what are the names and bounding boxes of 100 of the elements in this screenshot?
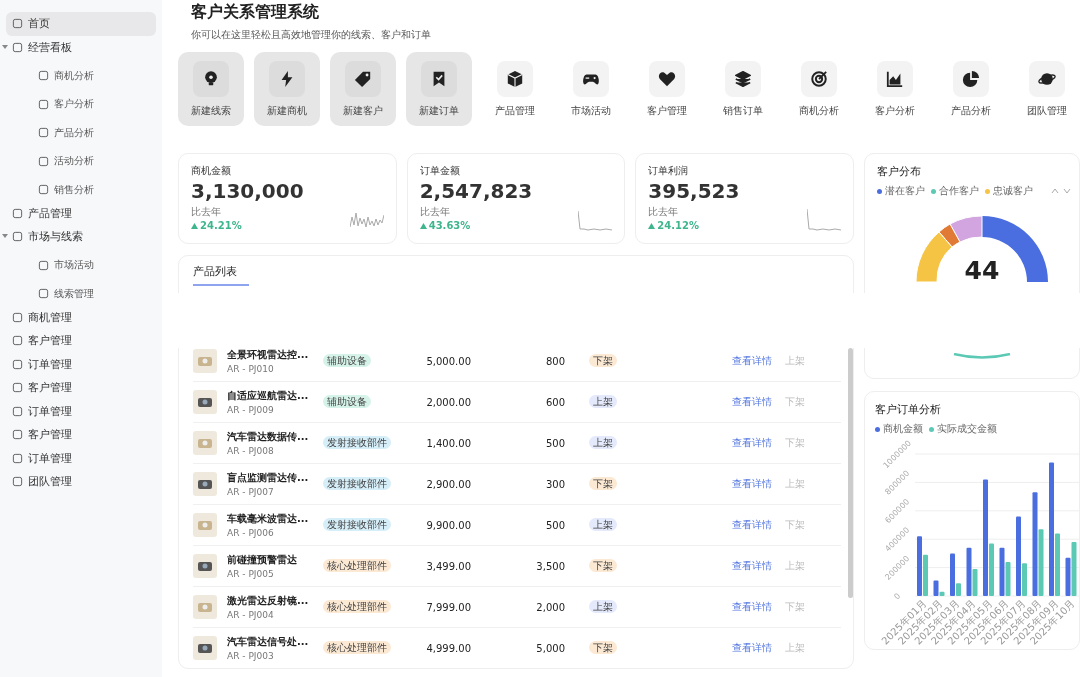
menu-item-icon: [38, 259, 49, 271]
menu-item-icon: [38, 127, 49, 139]
menu-item-icon: [12, 476, 23, 488]
layers-icon: [734, 69, 752, 88]
bar[interactable]: [939, 591, 945, 596]
scrollbar[interactable]: [848, 348, 853, 598]
details-link[interactable]: 查看详情: [732, 436, 785, 450]
bar[interactable]: [999, 547, 1005, 596]
quick-action-button[interactable]: 新建订单: [406, 52, 472, 126]
bar[interactable]: [1065, 557, 1071, 596]
product-code: AR - PJ009: [227, 405, 275, 415]
bar[interactable]: [956, 583, 961, 596]
sidebar-subitem[interactable]: 客户分析: [13, 92, 162, 116]
menu-item-icon: [12, 405, 23, 417]
stat-label: 订单利润: [648, 164, 690, 178]
details-link[interactable]: 查看详情: [732, 600, 785, 614]
legend-label[interactable]: 忠诚客户: [993, 184, 1033, 198]
quick-link[interactable]: 客户分析: [862, 52, 928, 126]
chevron-up-down-icon[interactable]: [1051, 187, 1071, 195]
quick-link[interactable]: 客户管理: [634, 52, 700, 126]
quick-link[interactable]: 商机分析: [786, 52, 852, 126]
change-percent: 24.12%: [657, 220, 699, 231]
category-tag: 发射接收部件: [323, 436, 391, 449]
details-link[interactable]: 查看详情: [732, 559, 785, 573]
change-percent: 24.21%: [200, 220, 242, 231]
status-tag: 上架: [589, 395, 617, 408]
target-icon: [810, 69, 828, 88]
quick-link[interactable]: 市场活动: [558, 52, 624, 126]
bar[interactable]: [917, 536, 922, 596]
stock-cell-text: 800: [544, 355, 565, 367]
menu-item-icon: [12, 18, 23, 30]
status-tag: 下架: [589, 641, 617, 654]
quick-link[interactable]: 产品管理: [482, 52, 548, 126]
category-tag: 核心处理部件: [323, 641, 391, 654]
details-link[interactable]: 查看详情: [732, 354, 785, 368]
product-code: AR - PJ004: [227, 610, 275, 620]
sidebar-item[interactable]: 订单管理: [6, 352, 156, 376]
sidebar-subitem[interactable]: 线索管理: [13, 282, 162, 306]
status-tag: 上架: [589, 436, 617, 449]
heart-icon: [658, 69, 676, 88]
sidebar-item[interactable]: 订单管理: [6, 446, 156, 470]
sidebar-item[interactable]: 产品管理: [6, 201, 156, 225]
bar[interactable]: [1032, 492, 1038, 596]
lightbulb-icon: [202, 69, 220, 88]
legend-label[interactable]: 实际成交金额: [937, 422, 997, 436]
cube-icon: [506, 69, 524, 88]
sidebar-item[interactable]: 商机管理: [6, 305, 156, 329]
sidebar-item[interactable]: 团队管理: [6, 470, 156, 494]
stock-cell-text: 5,000: [535, 642, 565, 654]
bar[interactable]: [1038, 529, 1044, 596]
sidebar-subitem[interactable]: 产品分析: [13, 121, 162, 145]
product-code: AR - PJ005: [227, 569, 275, 579]
legend-label[interactable]: 合作客户: [939, 184, 979, 198]
menu-item-icon: [12, 231, 23, 243]
sidebar-item[interactable]: 市场与线索: [6, 225, 156, 249]
legend-label[interactable]: 商机金额: [883, 422, 923, 436]
bar[interactable]: [923, 554, 928, 596]
sparkline: [807, 209, 841, 231]
sidebar-subitem[interactable]: 商机分析: [13, 64, 162, 88]
stat-value: 2,547,823: [419, 179, 534, 203]
quick-link[interactable]: 销售订单: [710, 52, 776, 126]
quick-link[interactable]: 产品分析: [938, 52, 1004, 126]
product-name: 前碰撞预警雷达: [227, 553, 298, 567]
details-link[interactable]: 查看详情: [732, 477, 785, 491]
bar[interactable]: [966, 547, 972, 596]
sidebar-item[interactable]: 经营看板: [6, 35, 156, 59]
menu-item-icon: [38, 184, 49, 196]
bar[interactable]: [972, 569, 978, 596]
category-tag: 辅助设备: [323, 395, 371, 408]
sidebar-item[interactable]: 客户管理: [6, 329, 156, 353]
stock-cell-text: 2,000: [535, 601, 565, 613]
card-title: 客户分布: [877, 164, 922, 179]
bar[interactable]: [1071, 542, 1077, 596]
sidebar-subitem[interactable]: 市场活动: [13, 253, 162, 277]
price-cell-text: 7,999.00: [425, 601, 471, 613]
details-link[interactable]: 查看详情: [732, 518, 785, 532]
quick-action-button[interactable]: 新建商机: [254, 52, 320, 126]
bar[interactable]: [933, 580, 939, 596]
product-name: 全景环视雷达控...: [227, 348, 310, 362]
stock-cell-text: 300: [544, 478, 565, 490]
quick-action-button[interactable]: 新建客户: [330, 52, 396, 126]
pie-chart-icon: [962, 69, 980, 88]
quick-link[interactable]: 团队管理: [1014, 52, 1080, 126]
menu-item-icon: [12, 207, 23, 219]
bar[interactable]: [950, 553, 955, 596]
sidebar-item[interactable]: 客户管理: [6, 376, 156, 400]
comparison-label: 比去年: [191, 205, 222, 219]
quick-action-button[interactable]: 新建线索: [178, 52, 244, 126]
sidebar-item[interactable]: 订单管理: [6, 399, 156, 423]
y-axis-label: 0: [892, 591, 903, 602]
sidebar-subitem[interactable]: 活动分析: [13, 149, 162, 173]
menu-item-icon: [12, 311, 23, 323]
details-link[interactable]: 查看详情: [732, 395, 785, 409]
sidebar-item[interactable]: 首页: [6, 12, 156, 36]
legend-label[interactable]: 潜在客户: [885, 184, 925, 198]
sidebar-subitem[interactable]: 销售分析: [13, 178, 162, 202]
product-code: AR - PJ003: [227, 651, 275, 661]
bar[interactable]: [1005, 561, 1011, 596]
sidebar-item[interactable]: 客户管理: [6, 423, 156, 447]
details-link[interactable]: 查看详情: [732, 641, 785, 655]
